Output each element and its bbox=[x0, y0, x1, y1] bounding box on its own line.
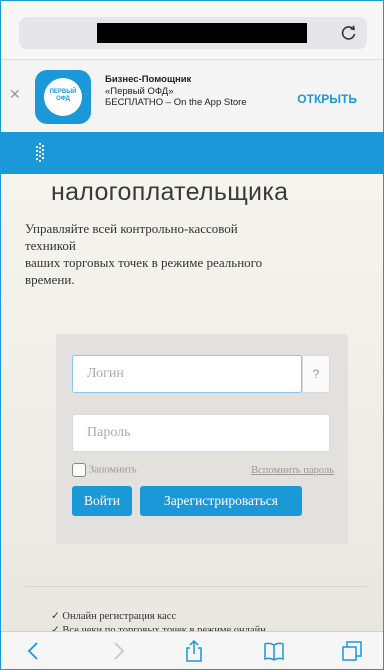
browser-frame: ✕ ПЕРВЫЙ ОФД Бизнес-Помощник «Первый ОФД… bbox=[0, 0, 384, 670]
description-line: техникой bbox=[25, 238, 76, 253]
open-app-button[interactable]: ОТКРЫТЬ bbox=[297, 92, 357, 106]
app-logo-text-2: ОФД bbox=[56, 96, 70, 102]
bookmarks-icon[interactable] bbox=[263, 640, 285, 662]
feature-item: ✓ Онлайн регистрация касс bbox=[51, 611, 177, 622]
forgot-password-link[interactable]: Вспомнить пароль bbox=[251, 465, 334, 476]
app-logo-text-1: ПЕРВЫЙ bbox=[49, 89, 77, 95]
page-content: налогоплательщика Управляйте всей контро… bbox=[1, 174, 383, 636]
description-line: времени. bbox=[25, 272, 75, 287]
login-panel: Логин ? Пароль Запомнить Вспомнить парол… bbox=[56, 334, 348, 544]
register-button[interactable]: Зарегистрироваться bbox=[140, 486, 302, 516]
password-input[interactable]: Пароль bbox=[72, 414, 330, 452]
redacted-url bbox=[97, 23, 307, 43]
close-icon[interactable]: ✕ bbox=[9, 86, 21, 103]
forward-icon[interactable] bbox=[107, 640, 129, 662]
remember-label: Запомнить bbox=[89, 464, 137, 476]
app-icon[interactable]: ПЕРВЫЙ ОФД bbox=[35, 70, 91, 124]
app-name: Бизнес-Помощник bbox=[105, 74, 192, 85]
app-vendor: «Первый ОФД» bbox=[105, 85, 174, 97]
app-logo: ПЕРВЫЙ ОФД bbox=[44, 78, 82, 116]
login-help-button[interactable]: ? bbox=[302, 355, 330, 393]
login-button[interactable]: Войти bbox=[72, 486, 132, 516]
browser-toolbar bbox=[1, 631, 383, 669]
login-input[interactable]: Логин bbox=[72, 355, 302, 393]
site-logo-icon[interactable] bbox=[33, 142, 47, 164]
remember-checkbox[interactable] bbox=[72, 463, 86, 477]
page-description: Управляйте всей контрольно-кассовой техн… bbox=[25, 220, 355, 288]
tabs-icon[interactable] bbox=[341, 640, 363, 662]
description-line: Управляйте всей контрольно-кассовой bbox=[25, 221, 238, 236]
app-banner: ✕ ПЕРВЫЙ ОФД Бизнес-Помощник «Первый ОФД… bbox=[1, 59, 383, 133]
app-info: Бизнес-Помощник «Первый ОФД» БЕСПЛАТНО –… bbox=[105, 74, 247, 109]
divider bbox=[25, 586, 367, 587]
remember-me[interactable]: Запомнить bbox=[72, 463, 137, 477]
reload-icon[interactable] bbox=[339, 23, 359, 43]
app-price-store: БЕСПЛАТНО – On the App Store bbox=[105, 97, 247, 108]
site-header bbox=[1, 132, 383, 174]
description-line: ваших торговых точек в режиме реального bbox=[25, 255, 263, 270]
url-field[interactable] bbox=[19, 17, 367, 49]
page-heading: налогоплательщика bbox=[51, 178, 289, 206]
back-icon[interactable] bbox=[23, 640, 45, 662]
share-icon[interactable] bbox=[183, 640, 205, 662]
address-bar bbox=[1, 1, 383, 59]
